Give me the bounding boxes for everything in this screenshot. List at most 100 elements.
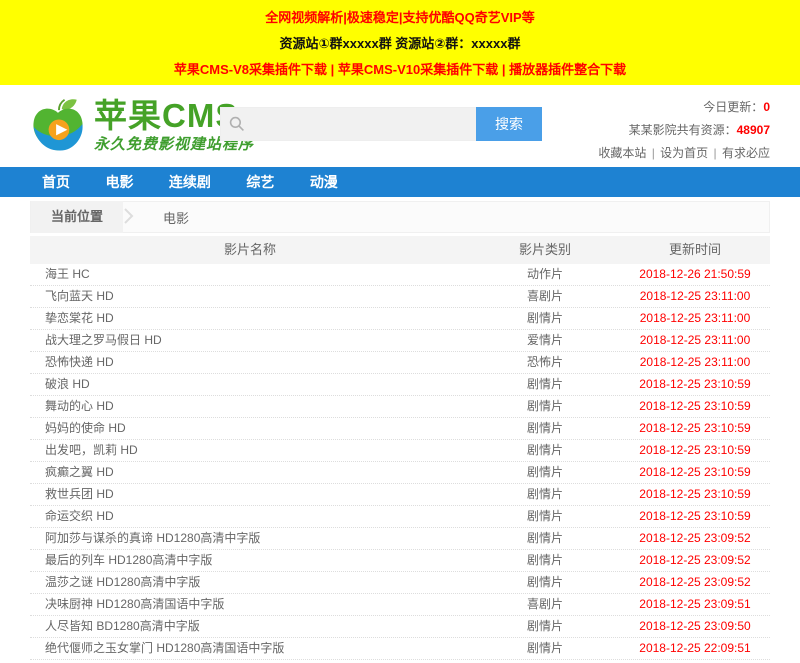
movie-update-time: 2018-12-25 23:10:59 — [620, 418, 770, 439]
table-row: 疯癫之翼 HD 剧情片 2018-12-25 23:10:59 — [30, 462, 770, 484]
table-row: 最后的列车 HD1280高清中字版 剧情片 2018-12-25 23:09:5… — [30, 550, 770, 572]
table-row: 战大理之罗马假日 HD 爱情片 2018-12-25 23:11:00 — [30, 330, 770, 352]
movie-name-link[interactable]: 决味厨神 HD1280高清国语中字版 — [30, 594, 470, 615]
table-row: 飞向蓝天 HD 喜剧片 2018-12-25 23:11:00 — [30, 286, 770, 308]
movie-name-link[interactable]: 救世兵团 HD — [30, 484, 470, 505]
movie-name-link[interactable]: 海王 HC — [30, 264, 470, 285]
search-input[interactable] — [220, 107, 476, 141]
movie-name-link[interactable]: 战大理之罗马假日 HD — [30, 330, 470, 351]
breadcrumb-current[interactable]: 电影 — [163, 208, 189, 227]
header-quick-link[interactable]: 收藏本站 — [598, 146, 646, 160]
banner-line-2: 资源站①群xxxxx群 资源站②群：xxxxx群 — [0, 33, 800, 55]
movie-name-link[interactable]: 命运交织 HD — [30, 506, 470, 527]
movie-category-link[interactable]: 剧情片 — [470, 418, 620, 439]
apple-logo-icon — [28, 96, 88, 156]
movie-update-time: 2018-12-25 23:10:59 — [620, 374, 770, 395]
table-row: 决味厨神 HD1280高清国语中字版 喜剧片 2018-12-25 23:09:… — [30, 594, 770, 616]
nav-item[interactable]: 连续剧 — [167, 167, 213, 197]
movie-name-link[interactable]: 阿加莎与谋杀的真谛 HD1280高清中字版 — [30, 528, 470, 549]
movie-category-link[interactable]: 爱情片 — [470, 330, 620, 351]
movie-update-time: 2018-12-25 23:10:59 — [620, 440, 770, 461]
site-header: 苹果CMS 永久免费影视建站程序 搜索 今日更新：0 某某影院共有资源：4890… — [0, 85, 800, 167]
movie-name-link[interactable]: 挚恋棠花 HD — [30, 308, 470, 329]
column-header-time: 更新时间 — [620, 236, 770, 264]
movie-category-link[interactable]: 恐怖片 — [470, 352, 620, 373]
search-bar: 搜索 — [220, 107, 542, 141]
table-row: 绝代偃师之玉女掌门 HD1280高清国语中字版 剧情片 2018-12-25 2… — [30, 638, 770, 660]
movie-category-link[interactable]: 剧情片 — [470, 506, 620, 527]
table-row: 阿加莎与谋杀的真谛 HD1280高清中字版 剧情片 2018-12-25 23:… — [30, 528, 770, 550]
site-stats: 今日更新：0 某某影院共有资源：48907 收藏本站 | 设为首页 | 有求必应 — [598, 96, 770, 165]
header-quick-links: 收藏本站 | 设为首页 | 有求必应 — [598, 142, 770, 165]
movie-name-link[interactable]: 飞向蓝天 HD — [30, 286, 470, 307]
table-row: 海王 HC 动作片 2018-12-26 21:50:59 — [30, 264, 770, 286]
header-quick-link[interactable]: 设为首页 — [660, 146, 708, 160]
total-resources-line: 某某影院共有资源：48907 — [598, 119, 770, 142]
nav-item[interactable]: 电影 — [103, 167, 135, 197]
movie-name-link[interactable]: 最后的列车 HD1280高清中字版 — [30, 550, 470, 571]
movie-update-time: 2018-12-25 23:10:59 — [620, 484, 770, 505]
movie-category-link[interactable]: 动作片 — [470, 264, 620, 285]
movie-category-link[interactable]: 喜剧片 — [470, 594, 620, 615]
movie-name-link[interactable]: 妈妈的使命 HD — [30, 418, 470, 439]
header-quick-link[interactable]: 有求必应 — [722, 146, 770, 160]
movie-category-link[interactable]: 剧情片 — [470, 462, 620, 483]
total-resources-value: 48907 — [737, 123, 770, 137]
banner-line-1: 全网视频解析|极速稳定|支持优酷QQ奇艺VIP等 — [0, 7, 800, 29]
movie-category-link[interactable]: 剧情片 — [470, 572, 620, 593]
search-icon — [229, 116, 245, 137]
movie-name-link[interactable]: 疯癫之翼 HD — [30, 462, 470, 483]
column-header-name: 影片名称 — [30, 236, 470, 264]
table-row: 舞动的心 HD 剧情片 2018-12-25 23:10:59 — [30, 396, 770, 418]
movie-update-time: 2018-12-25 23:11:00 — [620, 286, 770, 307]
search-button[interactable]: 搜索 — [476, 107, 542, 141]
table-row: 命运交织 HD 剧情片 2018-12-25 23:10:59 — [30, 506, 770, 528]
table-row: 出发吧，凯莉 HD 剧情片 2018-12-25 23:10:59 — [30, 440, 770, 462]
banner-download-link[interactable]: 播放器插件整合下载 — [509, 62, 626, 77]
movie-name-link[interactable]: 破浪 HD — [30, 374, 470, 395]
movie-category-link[interactable]: 剧情片 — [470, 396, 620, 417]
breadcrumb: 当前位置 电影 — [30, 201, 770, 233]
movie-category-link[interactable]: 剧情片 — [470, 616, 620, 637]
movie-update-time: 2018-12-25 23:10:59 — [620, 396, 770, 417]
table-row: 妈妈的使命 HD 剧情片 2018-12-25 23:10:59 — [30, 418, 770, 440]
table-row: 温莎之谜 HD1280高清中字版 剧情片 2018-12-25 23:09:52 — [30, 572, 770, 594]
movie-name-link[interactable]: 恐怖快递 HD — [30, 352, 470, 373]
movie-category-link[interactable]: 剧情片 — [470, 638, 620, 659]
movie-category-link[interactable]: 剧情片 — [470, 440, 620, 461]
movie-table: 影片名称 影片类别 更新时间 海王 HC 动作片 2018-12-26 21:5… — [30, 236, 770, 660]
table-row: 救世兵团 HD 剧情片 2018-12-25 23:10:59 — [30, 484, 770, 506]
movie-category-link[interactable]: 剧情片 — [470, 528, 620, 549]
movie-update-time: 2018-12-25 22:09:51 — [620, 638, 770, 659]
movie-category-link[interactable]: 剧情片 — [470, 484, 620, 505]
movie-category-link[interactable]: 剧情片 — [470, 308, 620, 329]
table-header-row: 影片名称 影片类别 更新时间 — [30, 236, 770, 264]
banner-download-link[interactable]: 苹果CMS-V8采集插件下载 — [174, 62, 327, 77]
movie-name-link[interactable]: 绝代偃师之玉女掌门 HD1280高清国语中字版 — [30, 638, 470, 659]
nav-item[interactable]: 动漫 — [308, 167, 340, 197]
banner-download-link[interactable]: 苹果CMS-V10采集插件下载 — [338, 62, 498, 77]
movie-update-time: 2018-12-25 23:11:00 — [620, 308, 770, 329]
content: 当前位置 电影 影片名称 影片类别 更新时间 海王 HC 动作片 2018-12… — [30, 201, 770, 660]
nav-item[interactable]: 首页 — [40, 167, 72, 197]
movie-category-link[interactable]: 剧情片 — [470, 374, 620, 395]
movie-update-time: 2018-12-25 23:09:52 — [620, 528, 770, 549]
table-row: 恐怖快递 HD 恐怖片 2018-12-25 23:11:00 — [30, 352, 770, 374]
movie-category-link[interactable]: 喜剧片 — [470, 286, 620, 307]
movie-category-link[interactable]: 剧情片 — [470, 550, 620, 571]
movie-update-time: 2018-12-25 23:09:52 — [620, 572, 770, 593]
movie-name-link[interactable]: 舞动的心 HD — [30, 396, 470, 417]
movie-name-link[interactable]: 出发吧，凯莉 HD — [30, 440, 470, 461]
today-update-line: 今日更新：0 — [598, 96, 770, 119]
table-row: 挚恋棠花 HD 剧情片 2018-12-25 23:11:00 — [30, 308, 770, 330]
separator: | — [712, 146, 722, 160]
movie-name-link[interactable]: 人尽皆知 BD1280高清中字版 — [30, 616, 470, 637]
main-nav: 首页 电影 连续剧 综艺 动漫 — [0, 167, 800, 197]
separator: | — [331, 62, 338, 77]
movie-update-time: 2018-12-25 23:09:51 — [620, 594, 770, 615]
nav-item[interactable]: 综艺 — [244, 167, 276, 197]
movie-update-time: 2018-12-25 23:09:50 — [620, 616, 770, 637]
today-update-value: 0 — [763, 100, 770, 114]
breadcrumb-arrow-icon — [123, 200, 135, 235]
movie-name-link[interactable]: 温莎之谜 HD1280高清中字版 — [30, 572, 470, 593]
